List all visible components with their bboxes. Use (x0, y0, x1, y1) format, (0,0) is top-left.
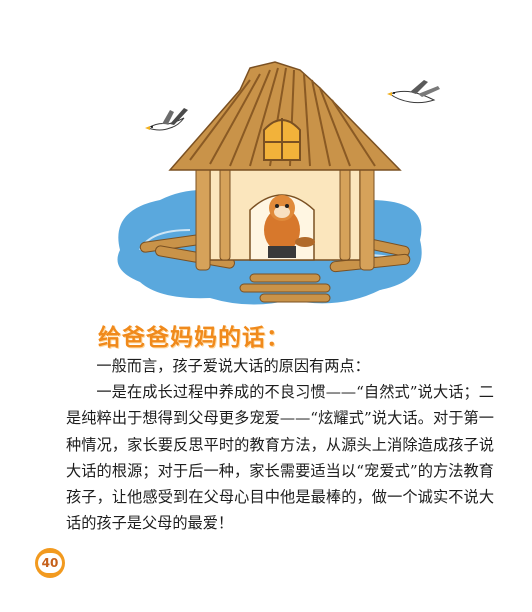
book-page: 给爸爸妈妈的话： 一般而言，孩子爱说大话的原因有两点： 一是在成长过程中养成的不… (0, 0, 532, 612)
section-heading: 给爸爸妈妈的话： (98, 325, 290, 351)
house-illustration (117, 61, 422, 305)
page-number: 40 (38, 553, 62, 573)
house-window (263, 118, 301, 161)
page-number-badge: 40 (35, 548, 65, 578)
paragraph-main: 一是在成长过程中养成的不良习惯——“自然式”说大话；二是纯粹出于想得到父母更多宠… (66, 383, 494, 533)
paragraph-intro: 一般而言，孩子爱说大话的原因有两点： (96, 357, 370, 375)
body-text: 一般而言，孩子爱说大话的原因有两点： 一是在成长过程中养成的不良习惯——“自然式… (66, 353, 494, 536)
